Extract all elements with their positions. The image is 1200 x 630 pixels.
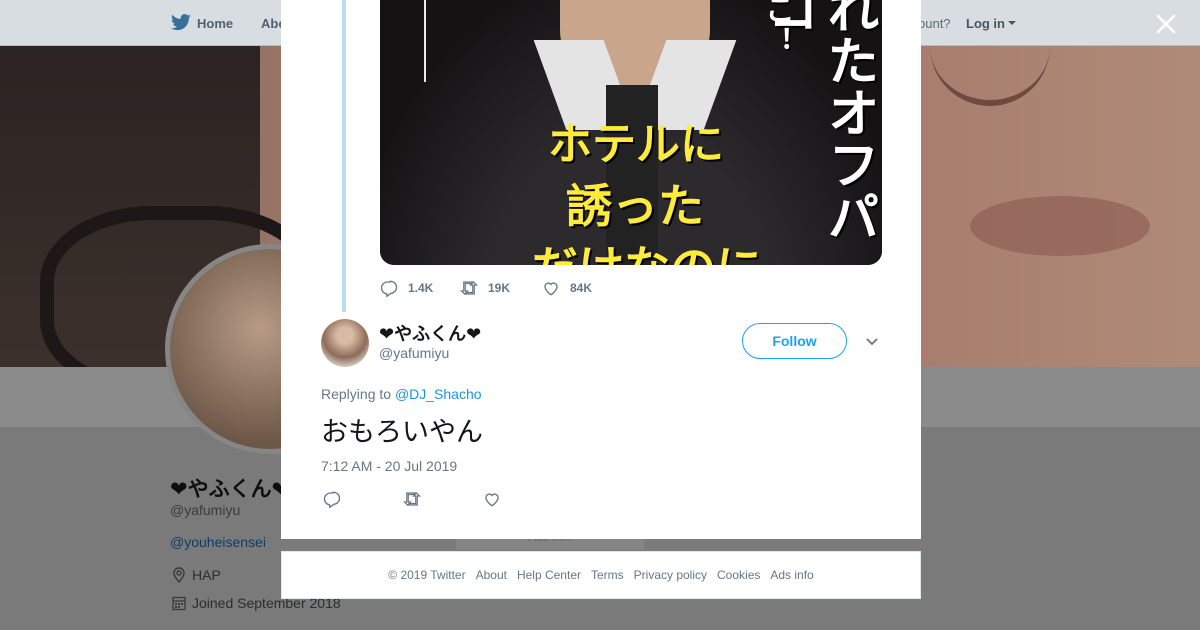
reply-count-button[interactable]: 1.4K — [380, 278, 433, 298]
retweet-icon[interactable] — [403, 490, 421, 508]
calendar-icon — [172, 596, 186, 611]
footer-cookies-link[interactable]: Cookies — [717, 568, 760, 582]
reply-author-handle[interactable]: @yafumiyu — [379, 345, 449, 361]
footer-terms-link[interactable]: Terms — [591, 568, 624, 582]
heart-icon[interactable] — [483, 490, 501, 508]
profile-bio-link[interactable]: @youheisensei — [170, 534, 266, 550]
reply-tweet-text: おもろいやん — [321, 417, 483, 448]
replying-to-prefix: Replying to — [321, 386, 395, 402]
footer-privacy-link[interactable]: Privacy policy — [634, 568, 707, 582]
retweet-count-button[interactable]: 19K — [460, 278, 510, 298]
media-caption-line-1: ホテルに — [548, 119, 724, 170]
media-caption-line-2: 誘った — [566, 179, 704, 233]
reply-count: 1.4K — [408, 281, 434, 295]
footer-about-link[interactable]: About — [476, 568, 507, 582]
footer-copyright: © 2019 Twitter — [388, 568, 466, 582]
chevron-down-icon[interactable] — [865, 336, 879, 348]
nav-home-link[interactable]: Home — [197, 16, 233, 31]
close-icon[interactable] — [1154, 12, 1178, 36]
thread-connector-line — [342, 0, 346, 312]
reply-icon — [380, 280, 398, 297]
reply-action-bar — [321, 490, 521, 508]
like-count-button[interactable]: 84K — [542, 278, 592, 298]
tweet-stats: 1.4K 19K 84K — [380, 278, 780, 298]
follow-button[interactable]: Follow — [742, 323, 847, 359]
reply-icon[interactable] — [323, 490, 341, 508]
reply-author-avatar[interactable] — [321, 319, 369, 367]
like-count: 84K — [570, 281, 593, 295]
reply-author-name[interactable]: ❤やふくん❤ — [379, 320, 481, 346]
replying-to-line: Replying to @DJ_Shacho — [321, 386, 482, 402]
tweet-modal: ホテルに 誘った だけなのに こ！ れたオフパコ 1.4K 19K 84K ❤や… — [281, 0, 921, 539]
media-caption-line-3: だけなのに — [532, 232, 762, 265]
retweet-icon — [460, 281, 478, 295]
retweet-count: 19K — [488, 281, 511, 295]
tweet-media-image[interactable]: ホテルに 誘った だけなのに こ！ れたオフパコ — [380, 0, 882, 265]
profile-location: HAP — [192, 567, 221, 583]
replying-to-mention[interactable]: @DJ_Shacho — [395, 386, 482, 402]
profile-handle: @yafumiyu — [170, 502, 241, 518]
chevron-down-icon[interactable] — [1008, 21, 1016, 25]
header-photo-lips — [970, 196, 1150, 256]
location-pin-icon — [173, 567, 185, 583]
footer-ads-info-link[interactable]: Ads info — [770, 568, 813, 582]
heart-icon — [544, 282, 558, 296]
reply-timestamp[interactable]: 7:12 AM - 20 Jul 2019 — [321, 458, 457, 474]
header-photo-nose — [930, 46, 1050, 106]
modal-footer: © 2019 Twitter About Help Center Terms P… — [281, 551, 921, 599]
twitter-bird-icon[interactable] — [170, 14, 192, 32]
login-link[interactable]: Log in — [966, 16, 1005, 31]
media-stripe — [424, 0, 426, 82]
footer-help-center-link[interactable]: Help Center — [517, 568, 581, 582]
media-caption-vertical: れたオフパコ — [758, 0, 878, 242]
profile-name: ❤やふくん❤ — [170, 477, 290, 501]
